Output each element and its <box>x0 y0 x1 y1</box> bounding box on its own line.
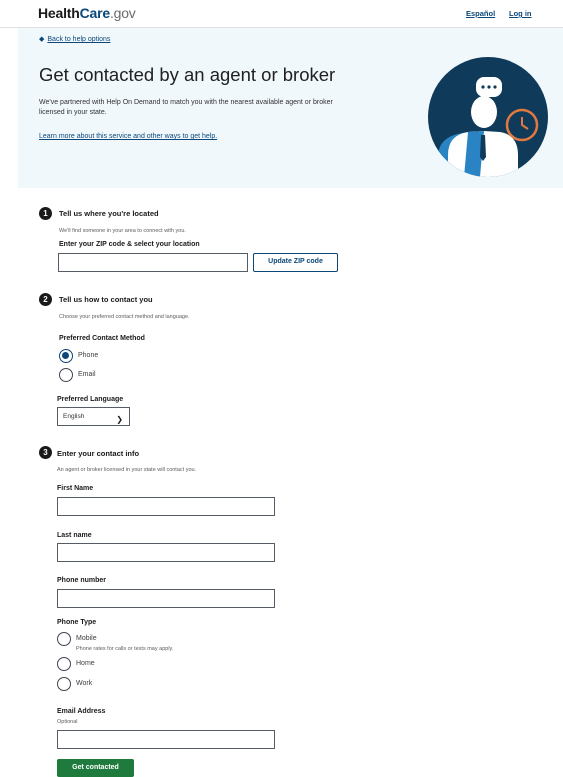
mobile-rates-note: Phone rates for calls or texts may apply… <box>76 646 174 652</box>
step-2-hint: Choose your preferred contact method and… <box>59 314 190 320</box>
radio-home[interactable] <box>57 657 71 671</box>
radio-email[interactable] <box>59 368 73 382</box>
chevron-down-icon: ❯ <box>116 415 123 424</box>
last-name-input[interactable] <box>57 543 275 562</box>
radio-email-label: Email <box>78 371 96 378</box>
learn-more-link[interactable]: Learn more about this service and other … <box>39 133 217 140</box>
get-contacted-button[interactable]: Get contacted <box>57 759 134 777</box>
radio-phone[interactable] <box>59 349 73 363</box>
contact-method-label: Preferred Contact Method <box>59 335 145 342</box>
zip-label: Enter your ZIP code & select your locati… <box>59 241 200 248</box>
update-zip-button[interactable]: Update ZIP code <box>253 253 338 272</box>
last-name-label: Last name <box>57 532 92 539</box>
language-value: English <box>63 413 85 420</box>
step-2-badge: 2 <box>39 293 52 306</box>
espanol-link[interactable]: Español <box>466 9 495 18</box>
step-3-badge: 3 <box>39 446 52 459</box>
back-arrow-icon: ◆ <box>39 36 45 43</box>
agent-tie <box>480 135 486 161</box>
language-label: Preferred Language <box>57 396 124 403</box>
back-link-text: Back to help options <box>47 36 111 43</box>
step-1-title: Tell us where you're located <box>59 209 159 218</box>
phone-number-input[interactable] <box>57 589 275 608</box>
language-select[interactable]: English ❯ <box>57 407 130 426</box>
phone-number-label: Phone number <box>57 577 107 584</box>
radio-mobile[interactable] <box>57 632 71 646</box>
step-1-hint: We'll find someone in your area to conne… <box>59 228 186 234</box>
step-3-hint: An agent or broker licensed in your stat… <box>57 467 197 473</box>
zip-input[interactable] <box>58 253 248 272</box>
login-link[interactable]: Log in <box>509 9 532 18</box>
first-name-input[interactable] <box>57 497 275 516</box>
radio-work-label: Work <box>76 680 93 687</box>
agent-illustration <box>428 57 548 177</box>
agent-head <box>471 96 497 128</box>
email-input[interactable] <box>57 730 275 749</box>
radio-mobile-label: Mobile <box>76 635 97 642</box>
page-title: Get contacted by an agent or broker <box>39 64 336 85</box>
phone-type-label: Phone Type <box>57 619 97 626</box>
site-header: HealthCare.gov Español Log in <box>0 0 563 28</box>
email-optional-note: Optional <box>57 719 78 725</box>
step-1-badge: 1 <box>39 207 52 220</box>
radio-home-label: Home <box>76 660 95 667</box>
intro-text: We've partnered with Help On Demand to m… <box>39 99 333 116</box>
step-2-title: Tell us how to contact you <box>59 295 153 304</box>
logo-gov: .gov <box>109 5 136 21</box>
email-label: Email Address <box>57 708 106 715</box>
step-3-title: Enter your contact info <box>57 449 140 458</box>
logo-care: Care <box>79 5 111 21</box>
first-name-label: First Name <box>57 485 94 492</box>
back-to-help-link[interactable]: ◆ Back to help options <box>39 35 110 43</box>
radio-work[interactable] <box>57 677 71 691</box>
logo-health: Health <box>38 5 80 21</box>
healthcare-gov-logo[interactable]: HealthCare.gov <box>38 5 136 21</box>
radio-phone-label: Phone <box>78 352 99 359</box>
